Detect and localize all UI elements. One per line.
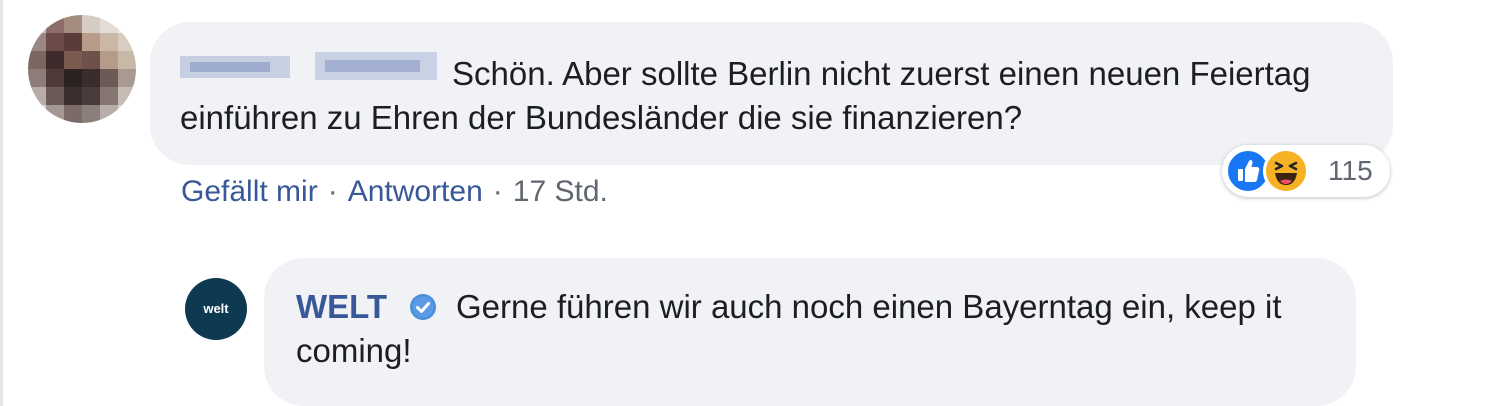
reaction-count: 115: [1328, 155, 1373, 186]
separator: ·: [327, 175, 338, 208]
like-link[interactable]: Gefällt mir: [181, 175, 318, 208]
comment-text: Schön. Aber sollte Berlin nicht zuerst e…: [180, 55, 1311, 136]
reply-link[interactable]: Antworten: [348, 175, 483, 208]
verified-badge-icon: [410, 294, 436, 320]
separator: ·: [492, 175, 503, 208]
comment-actions: Gefällt mir · Antworten · 17 Std.: [181, 172, 608, 212]
welt-avatar[interactable]: welt: [185, 278, 247, 340]
avatar-blurred[interactable]: [28, 15, 136, 123]
haha-icon: [1263, 148, 1309, 194]
timestamp[interactable]: 17 Std.: [513, 175, 608, 208]
reactions-summary[interactable]: 115: [1222, 145, 1390, 197]
reply-author[interactable]: WELT: [296, 285, 387, 329]
reply-text: Gerne führen wir auch noch einen Bayernt…: [296, 288, 1282, 369]
left-divider: [0, 0, 3, 406]
